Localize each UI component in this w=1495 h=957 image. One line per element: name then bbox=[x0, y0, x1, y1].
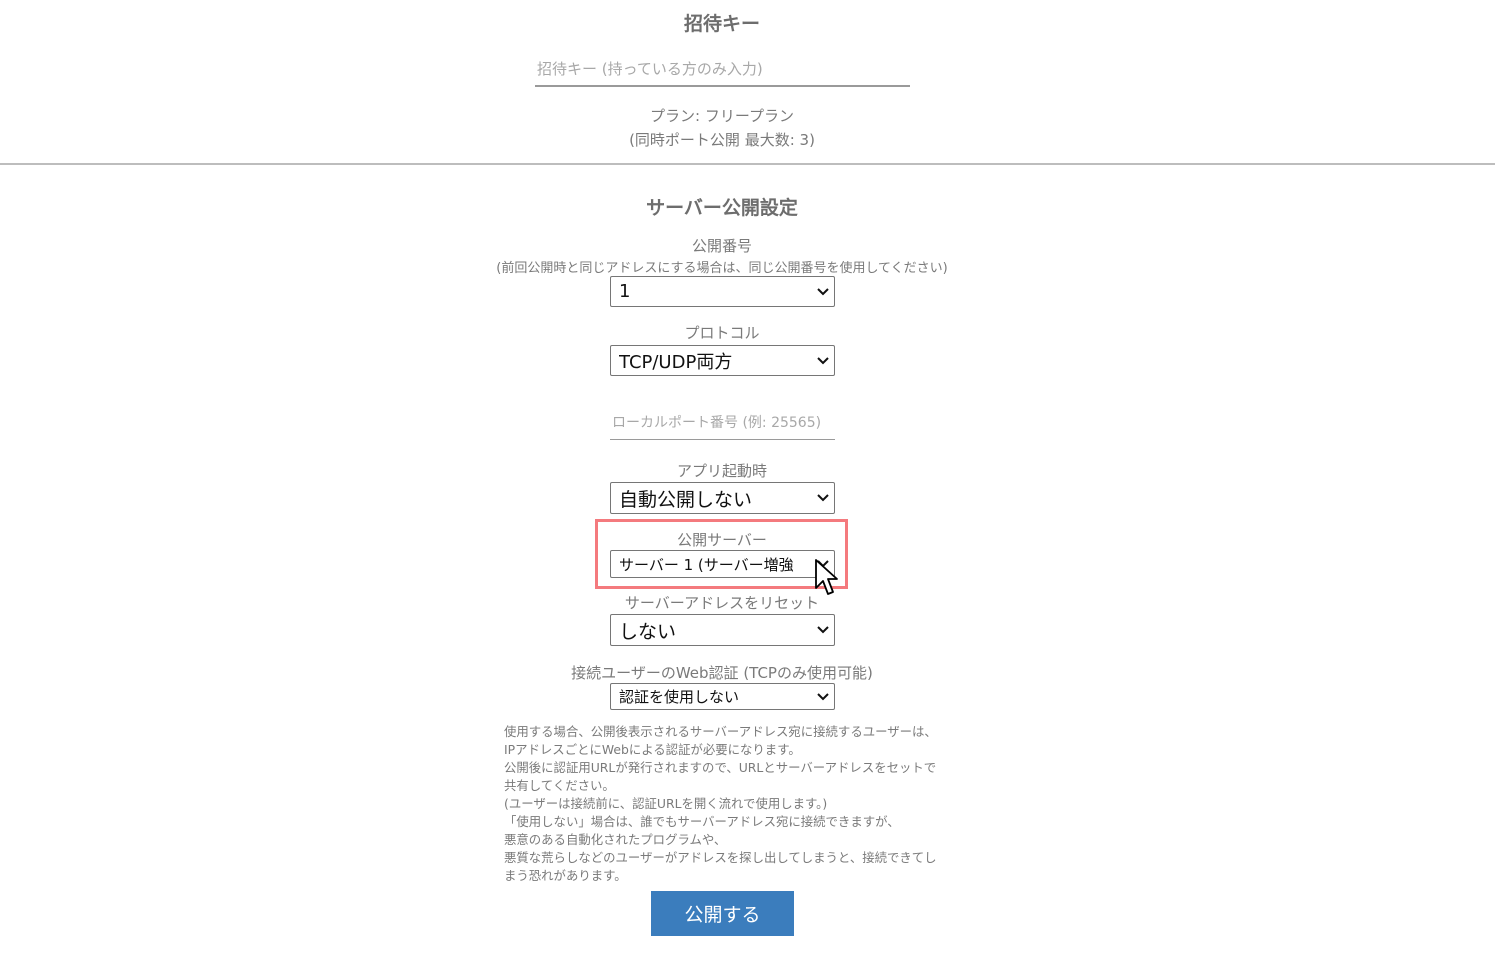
web-auth-select[interactable]: 認証を使用しない bbox=[610, 683, 835, 710]
description-line: まう恐れがあります。 bbox=[504, 868, 627, 883]
public-server-label: 公開サーバー bbox=[677, 531, 767, 549]
chevron-down-icon bbox=[812, 356, 834, 365]
description-line: 共有してください。 bbox=[504, 778, 615, 793]
chevron-down-icon bbox=[812, 626, 834, 634]
description-line: 悪質な荒らしなどのユーザーがアドレスを探し出してしまうと、接続できてし bbox=[504, 850, 937, 865]
local-port-input[interactable] bbox=[610, 413, 835, 440]
chevron-down-icon bbox=[812, 692, 834, 701]
public-number-select[interactable]: 1 bbox=[610, 276, 835, 307]
section-divider bbox=[0, 163, 1495, 165]
chevron-down-icon bbox=[812, 287, 834, 296]
reset-address-value: しない bbox=[619, 620, 677, 643]
web-auth-value: 認証を使用しない bbox=[619, 688, 740, 706]
reset-address-label: サーバーアドレスをリセット bbox=[624, 594, 820, 612]
description-line: 悪意のある自動化されたプログラムや、 bbox=[504, 832, 727, 847]
publish-button[interactable]: 公開する bbox=[651, 891, 794, 936]
web-auth-description: 使用する場合、公開後表示されるサーバーアドレス宛に接続するユーザーは、 IPアド… bbox=[504, 723, 944, 885]
web-auth-label: 接続ユーザーのWeb認証 (TCPのみ使用可能) bbox=[571, 664, 873, 682]
protocol-label: プロトコル bbox=[684, 324, 760, 342]
protocol-value: TCP/UDP両方 bbox=[619, 351, 733, 373]
public-server-select[interactable]: サーバー 1 (サーバー増強 bbox=[610, 550, 835, 578]
app-start-label: アプリ起動時 bbox=[676, 462, 767, 480]
description-line: 「使用しない」場合は、誰でもサーバーアドレス宛に接続できますが、 bbox=[504, 814, 900, 829]
public-server-value: サーバー 1 (サーバー増強 bbox=[619, 555, 794, 574]
description-line: 使用する場合、公開後表示されるサーバーアドレス宛に接続するユーザーは、 bbox=[504, 724, 937, 739]
public-number-value: 1 bbox=[619, 281, 631, 302]
page: 招待キー プラン: フリープラン (同時ポート公開 最大数: 3) サーバー公開… bbox=[0, 0, 1495, 957]
protocol-select[interactable]: TCP/UDP両方 bbox=[610, 345, 835, 376]
app-start-value: 自動公開しない bbox=[619, 488, 753, 511]
description-line: (ユーザーは接続前に、認証URLを開く流れで使用します。) bbox=[504, 796, 828, 811]
public-number-note: (前回公開時と同じアドレスにする場合は、同じ公開番号を使用してください) bbox=[496, 261, 948, 276]
server-settings-heading: サーバー公開設定 bbox=[646, 197, 798, 219]
reset-address-select[interactable]: しない bbox=[610, 614, 835, 646]
app-start-select[interactable]: 自動公開しない bbox=[610, 482, 835, 514]
plan-text: プラン: フリープラン bbox=[650, 107, 794, 125]
description-line: IPアドレスごとにWebによる認証が必要になります。 bbox=[504, 742, 801, 757]
plan-limit-text: (同時ポート公開 最大数: 3) bbox=[629, 131, 815, 149]
chevron-down-icon bbox=[812, 494, 834, 502]
public-number-label: 公開番号 bbox=[691, 237, 752, 255]
invite-key-input[interactable] bbox=[535, 58, 910, 87]
invite-key-heading: 招待キー bbox=[683, 13, 760, 35]
description-line: 公開後に認証用URLが発行されますので、URLとサーバーアドレスをセットで bbox=[504, 760, 937, 775]
mouse-pointer-icon bbox=[814, 558, 838, 604]
